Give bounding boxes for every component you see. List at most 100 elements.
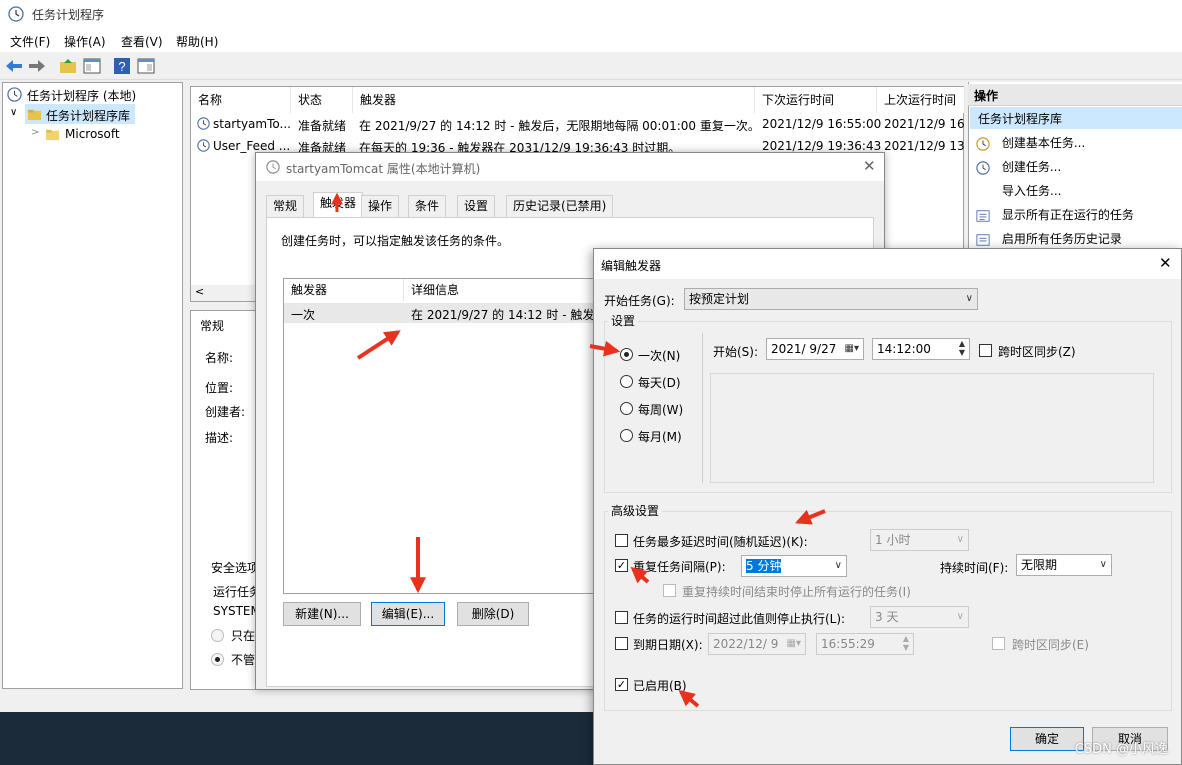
chevron-down-icon: ∨ — [834, 560, 842, 571]
action-show-running[interactable]: 显示所有正在运行的任务 — [976, 206, 1134, 223]
expire-sync-checkbox[interactable] — [992, 637, 1005, 650]
ok-button[interactable]: 确定 — [1010, 727, 1084, 751]
expire-time-spinner[interactable]: 16:55:29 ▲ ▼ — [816, 633, 914, 655]
sync-timezone-checkbox[interactable] — [979, 344, 992, 357]
enabled-checkbox[interactable]: ✓ — [615, 678, 628, 691]
stop-if-longer-checkbox[interactable] — [615, 611, 628, 624]
table-row[interactable]: startyamTo... 准备就绪 在 2021/9/27 的 14:12 时… — [191, 113, 964, 135]
scroll-left-icon[interactable]: < — [195, 285, 204, 298]
schedule-once-radio[interactable] — [620, 348, 633, 361]
menu-help[interactable]: 帮助(H) — [176, 33, 218, 50]
collapse-chevron-icon[interactable]: > — [31, 127, 39, 138]
start-task-select[interactable]: 按预定计划 ∨ — [684, 288, 978, 310]
tab-conditions[interactable]: 条件 — [408, 195, 447, 217]
menu-file[interactable]: 文件(F) — [10, 33, 50, 50]
repeat-label: 重复任务间隔(P): — [633, 560, 726, 574]
tree-item-microsoft[interactable]: Microsoft — [65, 127, 120, 141]
column-header-trigger[interactable]: 触发器 — [353, 87, 755, 113]
column-header-name[interactable]: 名称 — [191, 87, 291, 113]
clock-icon — [8, 6, 24, 22]
delay-select[interactable]: 1 小时 ∨ — [870, 529, 969, 551]
repeat-interval-select[interactable]: 5 分钟 ∨ — [741, 555, 847, 577]
action-label: 创建任务... — [1001, 160, 1062, 174]
show-hide-action-pane-icon[interactable] — [136, 56, 156, 76]
watermark: CSDN @小风逸 — [1074, 742, 1168, 757]
schedule-monthly-label: 每月(M) — [638, 430, 682, 444]
action-import-task[interactable]: 导入任务... — [998, 182, 1061, 199]
clock-icon — [197, 117, 210, 130]
start-date-picker[interactable]: 2021/ 9/27 ▦▾ — [766, 338, 864, 360]
start-time-spinner[interactable]: 14:12:00 ▲ ▼ — [872, 338, 970, 360]
schedule-weekly-radio[interactable] — [620, 402, 633, 415]
expire-checkbox[interactable] — [615, 637, 628, 650]
tab-general[interactable]: 常规 — [266, 195, 305, 217]
tab-general-detail[interactable]: 常规 — [200, 317, 224, 334]
close-icon[interactable]: ✕ — [863, 157, 876, 175]
status-strip — [0, 690, 256, 712]
start-task-label: 开始任务(G): — [604, 294, 675, 308]
menu-view[interactable]: 查看(V) — [121, 33, 163, 50]
svg-text:?: ? — [118, 59, 125, 74]
stop-if-longer-select[interactable]: 3 天 ∨ — [870, 606, 969, 628]
tab-history[interactable]: 历史记录(已禁用) — [506, 195, 614, 217]
stop-at-end-checkbox[interactable] — [663, 584, 676, 597]
close-icon[interactable]: ✕ — [1159, 254, 1172, 272]
run-whether-logged-label: 不管 — [231, 653, 256, 667]
run-task-label: 运行任务 — [213, 585, 262, 599]
expand-chevron-icon[interactable]: ∨ — [10, 107, 17, 118]
run-whether-logged-radio — [211, 653, 224, 666]
repeat-interval-value: 5 分钟 — [746, 559, 782, 573]
table-row[interactable]: 一次 在 2021/9/27 的 14:12 时 - 触发后 — [284, 303, 642, 323]
enabled-label: 已启用(B) — [633, 679, 687, 693]
column-header-next-run[interactable]: 下次运行时间 — [755, 87, 877, 113]
schedule-monthly-radio[interactable] — [620, 429, 633, 442]
action-create-task[interactable]: 创建任务... — [976, 158, 1061, 175]
expire-date-picker[interactable]: 2022/12/ 9 ▦▾ — [708, 633, 806, 655]
folder-up-icon[interactable] — [58, 56, 78, 76]
column-header-last-run[interactable]: 上次运行时间 — [877, 87, 965, 113]
chevron-down-icon: ∨ — [956, 534, 964, 545]
edit-trigger-button[interactable]: 编辑(E)... — [371, 602, 445, 626]
actions-selected-library[interactable]: 任务计划程序库 — [970, 107, 1182, 129]
delay-label: 任务最多延迟时间(随机延迟)(K): — [633, 535, 808, 549]
main-title-bar — [0, 0, 1182, 28]
duration-select[interactable]: 无限期 ∨ — [1016, 554, 1112, 576]
task-detail-pane: 常规 名称: 位置: 创建者: 描述: 安全选项 运行任务 SYSTEM 只在 … — [190, 310, 262, 690]
action-label: 创建基本任务... — [1001, 136, 1086, 150]
menu-bar: 文件(F) 操作(A) 查看(V) 帮助(H) — [0, 28, 1182, 52]
new-trigger-button[interactable]: 新建(N)... — [283, 602, 361, 626]
show-hide-tree-icon[interactable] — [82, 56, 102, 76]
action-label: 导入任务... — [1002, 184, 1062, 198]
tree-root[interactable]: 任务计划程序 (本地) — [27, 87, 136, 104]
delay-checkbox[interactable] — [615, 534, 628, 547]
expire-sync-label: 跨时区同步(E) — [1012, 638, 1089, 652]
duration-label: 持续时间(F): — [940, 561, 1009, 575]
back-arrow-icon[interactable] — [4, 56, 24, 76]
action-enable-history[interactable]: 启用所有任务历史记录 — [976, 230, 1122, 247]
expire-date-value: 2022/12/ 9 — [713, 637, 779, 651]
forward-arrow-icon[interactable] — [27, 56, 47, 76]
tab-triggers[interactable]: 触发器 — [313, 192, 364, 218]
schedule-daily-radio[interactable] — [620, 375, 633, 388]
chevron-down-icon: ∨ — [1099, 559, 1107, 570]
delete-trigger-button[interactable]: 删除(D) — [457, 602, 529, 626]
detail-description-label: 描述: — [205, 431, 234, 445]
schedule-once-label: 一次(N) — [638, 349, 681, 363]
tree-item-library[interactable]: 任务计划程序库 — [46, 107, 130, 124]
clock-icon — [266, 160, 280, 174]
tab-settings[interactable]: 设置 — [457, 195, 496, 217]
action-create-basic-task[interactable]: 创建基本任务... — [976, 134, 1085, 151]
task-last-run: 2021/12/9 13 — [884, 139, 964, 153]
column-header-trigger-type[interactable]: 触发器 — [284, 279, 404, 301]
tab-actions[interactable]: 操作 — [361, 195, 400, 217]
history-icon — [976, 233, 990, 246]
navigation-tree: 任务计划程序 (本地) ∨ 任务计划程序库 > Microsoft — [2, 82, 183, 689]
help-icon[interactable]: ? — [112, 56, 132, 76]
column-header-status[interactable]: 状态 — [291, 87, 353, 113]
clock-icon — [7, 87, 22, 102]
horizontal-scrollbar[interactable]: < — [191, 285, 259, 301]
actions-selected-label: 任务计划程序库 — [978, 112, 1063, 126]
menu-action[interactable]: 操作(A) — [64, 33, 106, 50]
sync-timezone-label: 跨时区同步(Z) — [998, 345, 1076, 359]
repeat-checkbox[interactable]: ✓ — [615, 559, 628, 572]
